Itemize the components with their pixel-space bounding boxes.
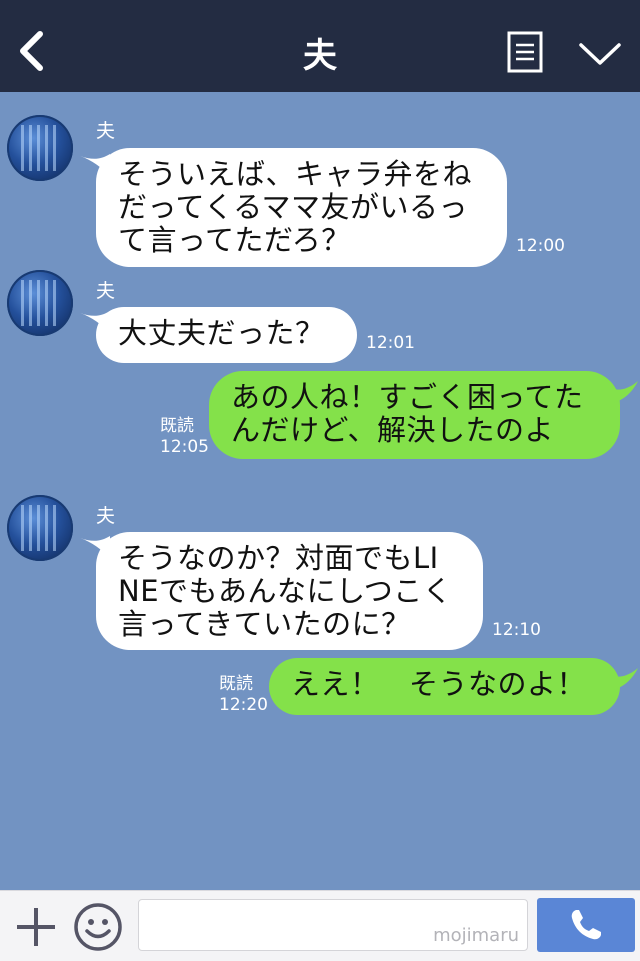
read-receipt: 既読 12:05 [160,416,209,458]
plus-icon[interactable] [14,905,58,949]
phone-icon [571,910,601,940]
message-text: だってくるママ友がいるっ [118,190,468,224]
message-time: 12:05 [160,437,209,457]
message-time: 12:00 [516,236,565,256]
message-time: 12:20 [219,695,268,715]
avatar[interactable] [7,495,73,561]
message-time: 12:01 [366,333,415,353]
bubble-tail [604,381,638,405]
sender-name: 夫 [96,280,116,302]
message-input[interactable]: mojimaru [138,899,528,951]
chat-title: 夫 [303,36,337,76]
emoji-icon[interactable] [73,902,123,952]
read-label: 既読 [219,674,253,694]
message-text: 大丈夫だった？ [118,316,325,350]
message-bubble[interactable]: 大丈夫だった？ [96,307,357,363]
bubble-tail [604,668,638,692]
message-bubble[interactable]: ええ！ そうなのよ！ [269,658,620,715]
message-time: 12:10 [492,620,541,640]
watermark: mojimaru [433,925,519,946]
read-receipt: 既読 12:20 [219,674,268,716]
input-bar: mojimaru [0,890,640,961]
avatar[interactable] [7,115,73,181]
message-bubble[interactable]: そうなのか？対面でもLI NEでもあんなにしつこく 言ってきていたのに？ [96,532,483,650]
chevron-down-icon[interactable] [578,40,622,68]
message-text: NEでもあんなにしつこく [118,574,453,608]
message-text: あの人ね！すごく困ってた [231,380,584,414]
message-bubble[interactable]: そういえば、キャラ弁をね だってくるママ友がいるっ て言ってただろ？ [96,148,507,267]
message-text: そうなのか？対面でもLI [118,541,439,575]
sender-name: 夫 [96,120,116,142]
message-text: て言ってただろ？ [118,223,351,257]
call-button[interactable] [537,898,635,952]
sender-name: 夫 [96,505,116,527]
message-bubble[interactable]: あの人ね！すごく困ってた んだけど、解決したのよ [209,371,620,459]
chat-area[interactable]: 夫 そういえば、キャラ弁をね だってくるママ友がいるっ て言ってただろ？ 12:… [0,92,640,890]
message-text: ええ！ そうなのよ！ [291,667,587,701]
chat-header: 夫 [0,0,640,92]
avatar[interactable] [7,270,73,336]
message-text: そういえば、キャラ弁をね [118,157,473,191]
message-text: んだけど、解決したのよ [231,413,555,447]
read-label: 既読 [160,416,194,436]
message-text: 言ってきていたのに？ [118,607,411,641]
memo-icon[interactable] [507,31,543,73]
